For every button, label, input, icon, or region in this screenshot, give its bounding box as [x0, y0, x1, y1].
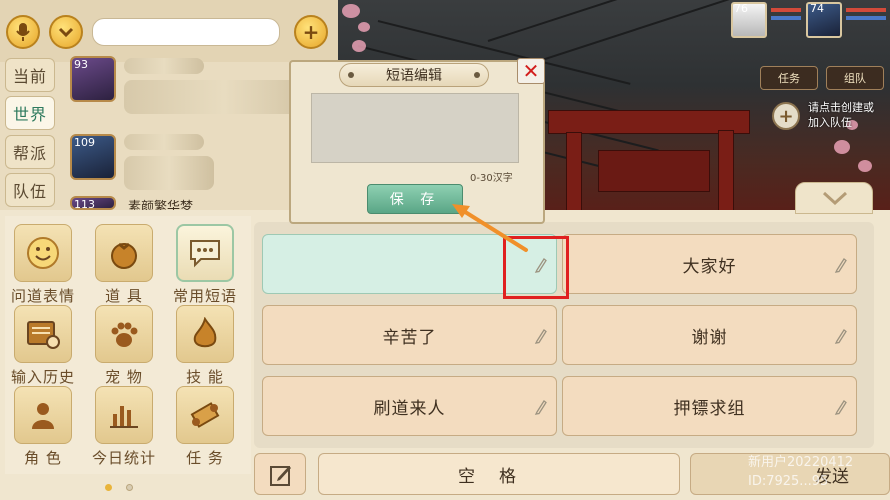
category-label: 任 务 — [186, 449, 224, 467]
category-label: 输入历史 — [10, 368, 75, 386]
plus-icon: + — [302, 20, 320, 44]
page-dot[interactable] — [126, 484, 133, 491]
pet-level: 76 — [734, 2, 748, 15]
microphone-icon — [8, 17, 38, 47]
pencil-edit-icon[interactable] — [534, 328, 548, 344]
history-icon — [14, 305, 72, 363]
add-button[interactable]: + — [294, 15, 328, 49]
task-label: 任务 — [778, 72, 800, 85]
pet-hp-bar — [771, 8, 801, 12]
char-limit-hint: 0-30汉字 — [470, 173, 513, 184]
person-icon — [14, 386, 72, 444]
phrase-text-field[interactable] — [311, 93, 519, 163]
chevron-down-icon — [51, 17, 81, 47]
pencil-edit-icon[interactable] — [834, 257, 848, 273]
category-label: 角 色 — [24, 449, 62, 467]
page-dot-active[interactable] — [105, 484, 112, 491]
phrase-slot[interactable]: 押镖求组 — [562, 376, 857, 436]
category-label: 道 具 — [105, 287, 143, 305]
category-phrases[interactable]: 常用短语 — [168, 224, 242, 306]
scroll-icon — [176, 386, 234, 444]
player-hp-bar — [846, 8, 886, 12]
chevron-down-icon — [822, 191, 848, 205]
keyboard-edit-button[interactable] — [254, 453, 306, 495]
edit-square-icon — [270, 466, 291, 486]
phrase-slot[interactable]: 谢谢 — [562, 305, 857, 365]
tab-current-label: 当前 — [12, 67, 47, 86]
chat-avatar[interactable]: 93 — [70, 56, 116, 102]
phrase-label: 谢谢 — [691, 327, 728, 348]
chat-input[interactable] — [92, 18, 280, 46]
item-bag-icon — [95, 224, 153, 282]
phrase-label: 刷道来人 — [373, 398, 446, 419]
close-button[interactable]: ✕ — [517, 58, 545, 84]
watermark-line2: ID:7925...95 — [748, 474, 829, 489]
space-label: 空格 — [458, 466, 540, 487]
category-label: 技 能 — [186, 368, 224, 386]
sender-name-blurred — [124, 134, 204, 150]
close-x-icon: ✕ — [522, 59, 540, 83]
smiley-icon — [14, 224, 72, 282]
category-items[interactable]: 道 具 — [87, 224, 161, 306]
paw-icon — [95, 305, 153, 363]
watermark-line1: 新用户20220412 — [748, 455, 854, 470]
annotation-arrow-icon — [452, 204, 528, 252]
category-label: 今日统计 — [91, 449, 156, 467]
phrase-slot[interactable]: 刷道来人 — [262, 376, 557, 436]
chat-bubble-icon — [176, 224, 234, 282]
tab-current[interactable]: 当前 — [5, 58, 55, 92]
category-tasks[interactable]: 任 务 — [168, 386, 242, 468]
bar-chart-icon — [95, 386, 153, 444]
player-mp-bar — [846, 16, 886, 20]
pencil-edit-icon[interactable] — [534, 399, 548, 415]
tab-team[interactable]: 队伍 — [5, 173, 55, 207]
collapse-panel-button[interactable] — [795, 182, 873, 214]
chat-avatar[interactable]: 109 — [70, 134, 116, 180]
pencil-edit-icon[interactable] — [834, 399, 848, 415]
expand-button[interactable] — [49, 15, 83, 49]
chat-avatar[interactable]: 113 — [70, 196, 116, 210]
phrase-label: 辛苦了 — [382, 327, 437, 348]
category-label: 问道表情 — [10, 287, 75, 305]
category-daily-stats[interactable]: 今日统计 — [87, 386, 161, 468]
title-ornament-icon — [348, 72, 354, 78]
category-history[interactable]: 输入历史 — [6, 305, 80, 387]
avatar-level: 113 — [74, 198, 95, 210]
tab-team-label: 队伍 — [12, 182, 47, 201]
category-emoji[interactable]: 问道表情 — [6, 224, 80, 306]
pencil-edit-icon[interactable] — [834, 328, 848, 344]
save-label: 保 存 — [389, 192, 441, 208]
tab-world[interactable]: 世界 — [5, 96, 55, 130]
phrase-label: 押镖求组 — [673, 398, 746, 419]
dialog-title: 短语编辑 — [339, 63, 489, 87]
dialog-title-text: 短语编辑 — [386, 68, 442, 84]
category-role[interactable]: 角 色 — [6, 386, 80, 468]
tab-world-label: 世界 — [12, 105, 47, 124]
avatar-level: 93 — [74, 58, 88, 71]
player-level: 74 — [810, 2, 824, 15]
space-button[interactable]: 空格 — [318, 453, 680, 495]
tab-faction-label: 帮派 — [12, 144, 47, 163]
pet-mp-bar — [771, 16, 801, 20]
message-bubble-blurred — [124, 156, 214, 190]
title-ornament-icon — [474, 72, 480, 78]
category-label: 宠 物 — [105, 368, 143, 386]
task-button[interactable]: 任务 — [760, 66, 818, 90]
category-skills[interactable]: 技 能 — [168, 305, 242, 387]
tab-faction[interactable]: 帮派 — [5, 135, 55, 169]
sender-name-blurred — [124, 58, 204, 74]
category-label: 常用短语 — [172, 287, 237, 305]
team-hint: 请点击创建或加入队伍 — [808, 101, 874, 129]
avatar-level: 109 — [74, 136, 95, 149]
flame-icon — [176, 305, 234, 363]
category-pets[interactable]: 宠 物 — [87, 305, 161, 387]
watermark: 新用户20220412 ID:7925...95 — [748, 453, 890, 491]
phrase-label: 大家好 — [682, 256, 737, 277]
phrase-slot[interactable]: 辛苦了 — [262, 305, 557, 365]
microphone-button[interactable] — [6, 15, 40, 49]
team-label: 组队 — [844, 72, 866, 85]
create-team-plus-icon[interactable]: + — [772, 102, 800, 130]
phrase-slot[interactable]: 大家好 — [562, 234, 857, 294]
team-button[interactable]: 组队 — [826, 66, 884, 90]
